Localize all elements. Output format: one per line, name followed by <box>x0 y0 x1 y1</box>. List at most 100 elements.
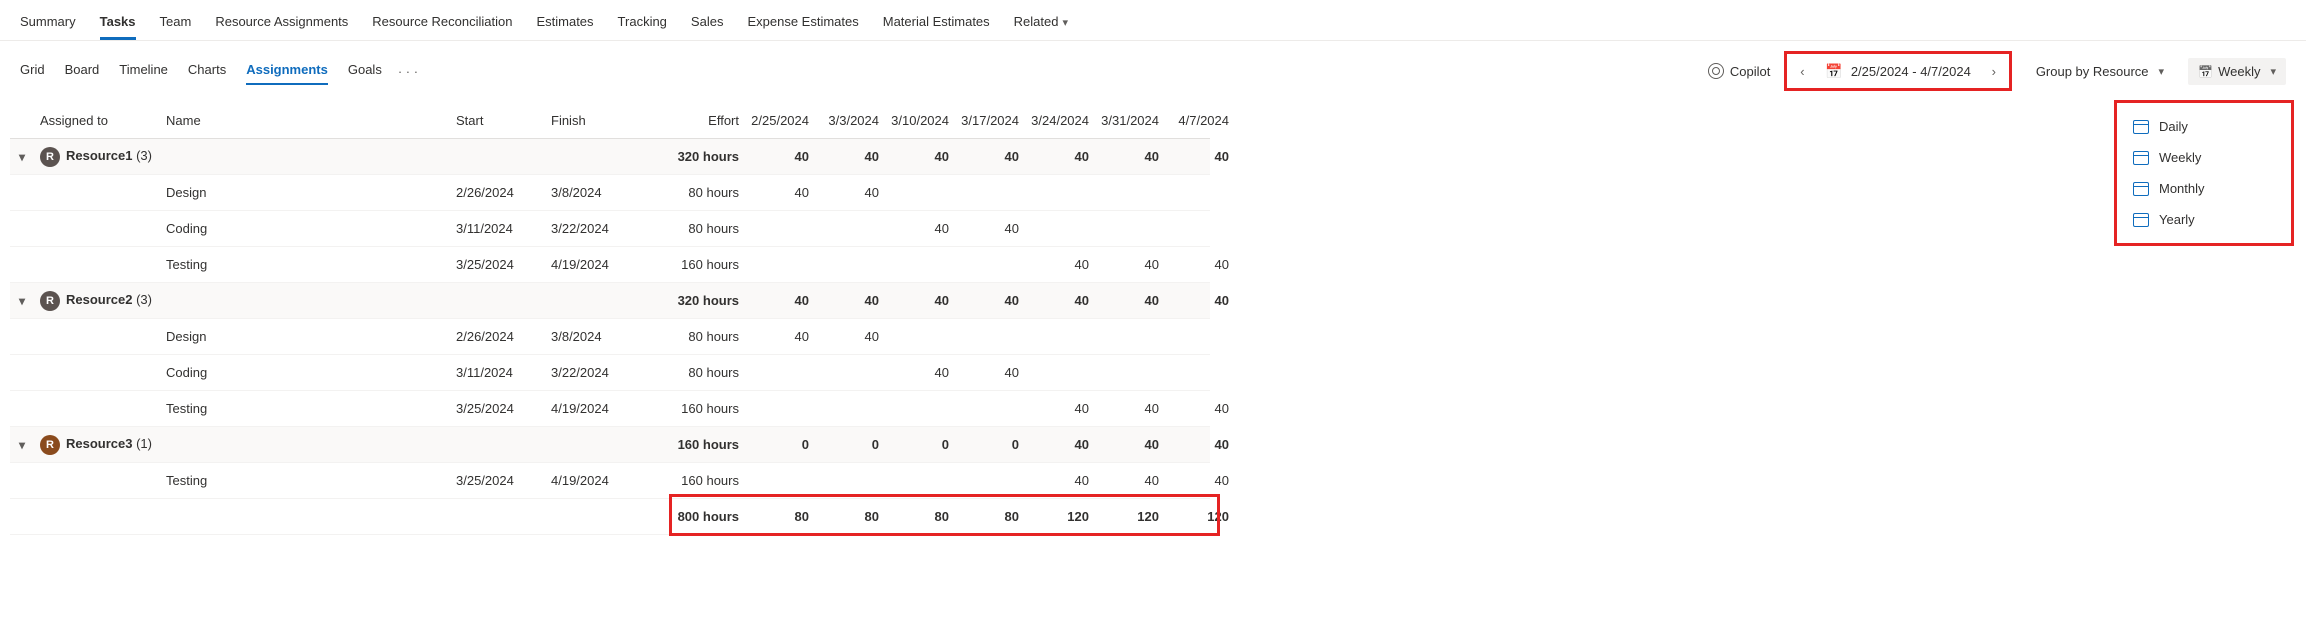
task-name: Design <box>160 329 450 344</box>
task-name: Testing <box>160 257 450 272</box>
group-val-2: 40 <box>885 149 955 164</box>
main-tab-related[interactable]: Related▾ <box>1014 8 1068 40</box>
task-val-6: 40 <box>1165 473 1235 488</box>
task-finish: 3/22/2024 <box>545 365 645 380</box>
group-effort: 320 hours <box>645 293 745 308</box>
main-tab-tasks[interactable]: Tasks <box>100 8 136 40</box>
task-finish: 3/8/2024 <box>545 185 645 200</box>
expand-toggle[interactable]: ▾ <box>10 150 34 164</box>
timescale-option-monthly[interactable]: Monthly <box>2117 173 2291 204</box>
expand-toggle[interactable]: ▾ <box>10 438 34 452</box>
group-assigned-cell: RResource3 (1) <box>34 435 160 455</box>
timescale-option-yearly[interactable]: Yearly <box>2117 204 2291 235</box>
group-val-0: 40 <box>745 149 815 164</box>
task-val-0: 40 <box>745 185 815 200</box>
group-val-0: 40 <box>745 293 815 308</box>
task-val-5: 40 <box>1095 473 1165 488</box>
main-tab-expense-estimates[interactable]: Expense Estimates <box>747 8 858 40</box>
task-row[interactable]: Design2/26/20243/8/202480 hours4040 <box>10 175 1210 211</box>
view-tab-goals[interactable]: Goals <box>348 58 382 85</box>
group-by-dropdown[interactable]: Group by Resource <box>2026 58 2174 85</box>
task-val-2: 40 <box>885 365 955 380</box>
total-val-2: 80 <box>885 509 955 524</box>
task-val-5: 40 <box>1095 401 1165 416</box>
col-date-0: 2/25/2024 <box>745 113 815 128</box>
expand-toggle[interactable]: ▾ <box>10 294 34 308</box>
main-tab-bar: Summary Tasks Team Resource Assignments Reso… <box>0 0 2306 41</box>
view-tab-charts[interactable]: Charts <box>188 58 226 85</box>
date-next-button[interactable]: › <box>1979 64 2009 79</box>
date-range-picker: ‹ 📅 2/25/2024 - 4/7/2024 › <box>1784 51 2011 91</box>
task-effort: 160 hours <box>645 401 745 416</box>
group-row[interactable]: ▾RResource1 (3)320 hours40404040404040 <box>10 139 1210 175</box>
task-effort: 160 hours <box>645 473 745 488</box>
task-name: Design <box>160 185 450 200</box>
total-val-0: 80 <box>745 509 815 524</box>
main-tab-sales[interactable]: Sales <box>691 8 724 40</box>
task-row[interactable]: Design2/26/20243/8/202480 hours4040 <box>10 319 1210 355</box>
view-more-button[interactable]: · · · <box>398 64 418 79</box>
timescale-icon <box>2198 64 2212 79</box>
col-name: Name <box>160 113 450 128</box>
task-row[interactable]: Testing3/25/20244/19/2024160 hours404040 <box>10 463 1210 499</box>
task-val-3: 40 <box>955 365 1025 380</box>
view-tab-board[interactable]: Board <box>65 58 100 85</box>
task-start: 3/11/2024 <box>450 365 545 380</box>
task-val-4: 40 <box>1025 257 1095 272</box>
task-row[interactable]: Coding3/11/20243/22/202480 hours4040 <box>10 355 1210 391</box>
task-row[interactable]: Coding3/11/20243/22/202480 hours4040 <box>10 211 1210 247</box>
task-row[interactable]: Testing3/25/20244/19/2024160 hours404040 <box>10 391 1210 427</box>
col-date-3: 3/17/2024 <box>955 113 1025 128</box>
task-start: 3/25/2024 <box>450 473 545 488</box>
view-tab-grid[interactable]: Grid <box>20 58 45 85</box>
task-start: 2/26/2024 <box>450 185 545 200</box>
timescale-option-weekly[interactable]: Weekly <box>2117 142 2291 173</box>
main-tab-estimates[interactable]: Estimates <box>536 8 593 40</box>
total-val-1: 80 <box>815 509 885 524</box>
group-row[interactable]: ▾RResource2 (3)320 hours40404040404040 <box>10 283 1210 319</box>
group-val-4: 40 <box>1025 149 1095 164</box>
task-val-4: 40 <box>1025 401 1095 416</box>
task-name: Coding <box>160 365 450 380</box>
view-tab-assignments[interactable]: Assignments <box>246 58 328 85</box>
group-val-1: 40 <box>815 293 885 308</box>
task-start: 3/25/2024 <box>450 257 545 272</box>
task-name: Testing <box>160 473 450 488</box>
col-date-2: 3/10/2024 <box>885 113 955 128</box>
group-val-1: 40 <box>815 149 885 164</box>
group-val-3: 40 <box>955 149 1025 164</box>
task-val-1: 40 <box>815 185 885 200</box>
copilot-label: Copilot <box>1730 64 1770 79</box>
main-tab-resource-reconciliation[interactable]: Resource Reconciliation <box>372 8 512 40</box>
main-tab-tracking[interactable]: Tracking <box>618 8 667 40</box>
task-row[interactable]: Testing3/25/20244/19/2024160 hours404040 <box>10 247 1210 283</box>
timescale-option-label: Daily <box>2159 119 2188 134</box>
timescale-option-label: Yearly <box>2159 212 2195 227</box>
group-assigned-cell: RResource2 (3) <box>34 291 160 311</box>
task-val-5: 40 <box>1095 257 1165 272</box>
main-tab-summary[interactable]: Summary <box>20 8 76 40</box>
task-name: Testing <box>160 401 450 416</box>
timescale-dropdown[interactable]: Weekly <box>2188 58 2286 85</box>
view-tab-timeline[interactable]: Timeline <box>119 58 168 85</box>
timescale-option-daily[interactable]: Daily <box>2117 111 2291 142</box>
group-row[interactable]: ▾RResource3 (1)160 hours0000404040 <box>10 427 1210 463</box>
calendar-icon: 📅 <box>1825 63 1842 80</box>
date-prev-button[interactable]: ‹ <box>1787 64 1817 79</box>
main-tab-team[interactable]: Team <box>160 8 192 40</box>
col-start: Start <box>450 113 545 128</box>
main-tab-resource-assignments[interactable]: Resource Assignments <box>215 8 348 40</box>
group-effort: 160 hours <box>645 437 745 452</box>
task-finish: 3/22/2024 <box>545 221 645 236</box>
group-val-4: 40 <box>1025 293 1095 308</box>
date-range-label: 2/25/2024 - 4/7/2024 <box>1851 64 1971 79</box>
sub-toolbar: GridBoardTimelineChartsAssignmentsGoals … <box>0 41 2306 97</box>
col-finish: Finish <box>545 113 645 128</box>
timescale-menu: Daily WeeklyMonthly Yearly <box>2114 100 2294 246</box>
main-tab-material-estimates[interactable]: Material Estimates <box>883 8 990 40</box>
col-effort: Effort <box>645 113 745 128</box>
group-val-6: 40 <box>1165 437 1235 452</box>
date-range-button[interactable]: 📅 2/25/2024 - 4/7/2024 <box>1817 63 1978 80</box>
group-val-5: 40 <box>1095 437 1165 452</box>
copilot-button[interactable]: Copilot <box>1708 63 1770 79</box>
